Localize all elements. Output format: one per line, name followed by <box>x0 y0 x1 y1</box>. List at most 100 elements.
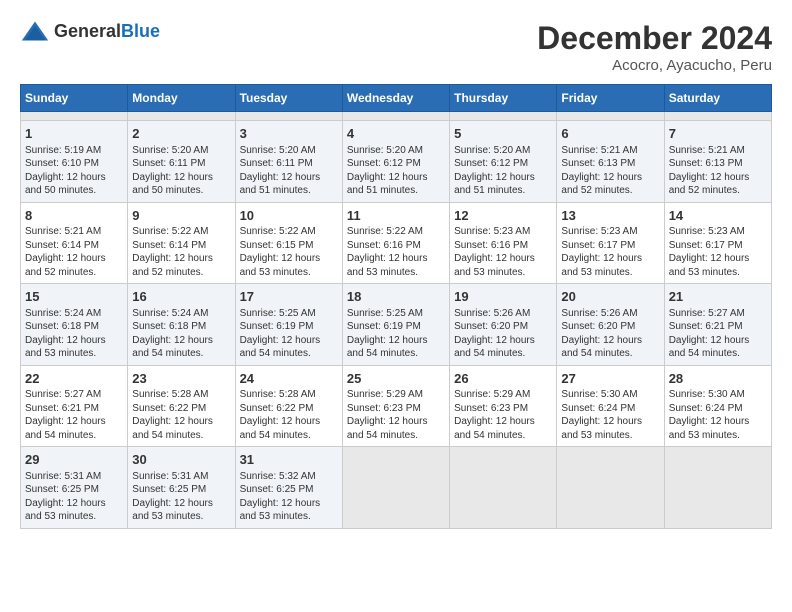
day-info: and 50 minutes. <box>25 184 123 198</box>
day-info: and 50 minutes. <box>132 184 230 198</box>
day-info: Daylight: 12 hours <box>347 171 445 185</box>
day-number: 10 <box>240 207 338 225</box>
day-cell: 13Sunrise: 5:23 AMSunset: 6:17 PMDayligh… <box>557 202 664 284</box>
day-cell: 28Sunrise: 5:30 AMSunset: 6:24 PMDayligh… <box>664 365 771 447</box>
day-cell: 10Sunrise: 5:22 AMSunset: 6:15 PMDayligh… <box>235 202 342 284</box>
day-number: 6 <box>561 125 659 143</box>
day-info: Sunset: 6:21 PM <box>669 320 767 334</box>
day-info: Sunrise: 5:25 AM <box>240 307 338 321</box>
week-row-1: 1Sunrise: 5:19 AMSunset: 6:10 PMDaylight… <box>21 121 772 203</box>
day-cell <box>128 112 235 121</box>
day-info: Sunset: 6:15 PM <box>240 239 338 253</box>
calendar-title: December 2024 <box>537 20 772 57</box>
day-info: Daylight: 12 hours <box>132 252 230 266</box>
day-info: and 53 minutes. <box>25 510 123 524</box>
day-cell <box>342 112 449 121</box>
day-info: and 52 minutes. <box>561 184 659 198</box>
day-info: Daylight: 12 hours <box>25 171 123 185</box>
day-info: Sunset: 6:24 PM <box>561 402 659 416</box>
day-info: Sunrise: 5:26 AM <box>561 307 659 321</box>
day-cell: 2Sunrise: 5:20 AMSunset: 6:11 PMDaylight… <box>128 121 235 203</box>
logo-text: GeneralBlue <box>54 21 160 42</box>
day-number: 8 <box>25 207 123 225</box>
day-number: 26 <box>454 370 552 388</box>
day-cell: 8Sunrise: 5:21 AMSunset: 6:14 PMDaylight… <box>21 202 128 284</box>
day-info: Daylight: 12 hours <box>132 497 230 511</box>
week-row-4: 22Sunrise: 5:27 AMSunset: 6:21 PMDayligh… <box>21 365 772 447</box>
day-info: Daylight: 12 hours <box>669 415 767 429</box>
day-info: Daylight: 12 hours <box>240 334 338 348</box>
logo: GeneralBlue <box>20 20 160 42</box>
day-info: and 54 minutes. <box>240 347 338 361</box>
day-cell: 18Sunrise: 5:25 AMSunset: 6:19 PMDayligh… <box>342 284 449 366</box>
day-info: Sunrise: 5:24 AM <box>132 307 230 321</box>
day-info: and 53 minutes. <box>561 266 659 280</box>
day-info: Sunrise: 5:27 AM <box>25 388 123 402</box>
day-info: Sunrise: 5:19 AM <box>25 144 123 158</box>
day-number: 16 <box>132 288 230 306</box>
day-info: Sunrise: 5:25 AM <box>347 307 445 321</box>
day-number: 31 <box>240 451 338 469</box>
day-info: and 52 minutes. <box>132 266 230 280</box>
day-info: and 53 minutes. <box>240 266 338 280</box>
col-header-tuesday: Tuesday <box>235 85 342 112</box>
day-number: 17 <box>240 288 338 306</box>
col-header-sunday: Sunday <box>21 85 128 112</box>
day-cell <box>21 112 128 121</box>
day-cell: 9Sunrise: 5:22 AMSunset: 6:14 PMDaylight… <box>128 202 235 284</box>
day-info: Sunrise: 5:23 AM <box>454 225 552 239</box>
day-info: and 51 minutes. <box>454 184 552 198</box>
day-number: 20 <box>561 288 659 306</box>
day-info: Sunrise: 5:23 AM <box>561 225 659 239</box>
day-cell: 21Sunrise: 5:27 AMSunset: 6:21 PMDayligh… <box>664 284 771 366</box>
day-number: 24 <box>240 370 338 388</box>
day-cell <box>450 112 557 121</box>
day-info: Sunset: 6:25 PM <box>240 483 338 497</box>
day-cell: 12Sunrise: 5:23 AMSunset: 6:16 PMDayligh… <box>450 202 557 284</box>
day-number: 29 <box>25 451 123 469</box>
day-number: 3 <box>240 125 338 143</box>
day-info: and 53 minutes. <box>347 266 445 280</box>
day-info: Daylight: 12 hours <box>454 415 552 429</box>
day-info: Daylight: 12 hours <box>347 334 445 348</box>
day-info: Sunrise: 5:24 AM <box>25 307 123 321</box>
col-header-wednesday: Wednesday <box>342 85 449 112</box>
day-info: and 51 minutes. <box>347 184 445 198</box>
day-number: 1 <box>25 125 123 143</box>
col-header-friday: Friday <box>557 85 664 112</box>
day-info: Sunset: 6:23 PM <box>347 402 445 416</box>
day-cell: 24Sunrise: 5:28 AMSunset: 6:22 PMDayligh… <box>235 365 342 447</box>
day-info: and 53 minutes. <box>561 429 659 443</box>
day-cell: 5Sunrise: 5:20 AMSunset: 6:12 PMDaylight… <box>450 121 557 203</box>
day-info: Sunrise: 5:22 AM <box>347 225 445 239</box>
day-cell: 3Sunrise: 5:20 AMSunset: 6:11 PMDaylight… <box>235 121 342 203</box>
day-info: Sunrise: 5:20 AM <box>240 144 338 158</box>
day-cell: 30Sunrise: 5:31 AMSunset: 6:25 PMDayligh… <box>128 447 235 529</box>
day-cell <box>664 447 771 529</box>
day-cell: 19Sunrise: 5:26 AMSunset: 6:20 PMDayligh… <box>450 284 557 366</box>
day-info: Sunrise: 5:27 AM <box>669 307 767 321</box>
day-info: Daylight: 12 hours <box>669 252 767 266</box>
day-info: Sunset: 6:22 PM <box>240 402 338 416</box>
day-cell <box>664 112 771 121</box>
day-info: Sunset: 6:17 PM <box>669 239 767 253</box>
day-info: Daylight: 12 hours <box>240 415 338 429</box>
day-info: Sunset: 6:14 PM <box>25 239 123 253</box>
day-cell: 25Sunrise: 5:29 AMSunset: 6:23 PMDayligh… <box>342 365 449 447</box>
day-info: Daylight: 12 hours <box>25 415 123 429</box>
day-info: and 53 minutes. <box>25 347 123 361</box>
day-info: Sunrise: 5:26 AM <box>454 307 552 321</box>
day-info: Sunrise: 5:28 AM <box>132 388 230 402</box>
day-info: Daylight: 12 hours <box>561 415 659 429</box>
day-info: and 54 minutes. <box>132 429 230 443</box>
day-info: Sunrise: 5:31 AM <box>25 470 123 484</box>
day-cell: 27Sunrise: 5:30 AMSunset: 6:24 PMDayligh… <box>557 365 664 447</box>
day-cell: 17Sunrise: 5:25 AMSunset: 6:19 PMDayligh… <box>235 284 342 366</box>
day-cell: 26Sunrise: 5:29 AMSunset: 6:23 PMDayligh… <box>450 365 557 447</box>
day-info: Sunset: 6:14 PM <box>132 239 230 253</box>
week-row-3: 15Sunrise: 5:24 AMSunset: 6:18 PMDayligh… <box>21 284 772 366</box>
day-number: 12 <box>454 207 552 225</box>
day-info: Sunset: 6:25 PM <box>132 483 230 497</box>
day-info: Sunset: 6:11 PM <box>132 157 230 171</box>
day-info: Sunrise: 5:20 AM <box>347 144 445 158</box>
